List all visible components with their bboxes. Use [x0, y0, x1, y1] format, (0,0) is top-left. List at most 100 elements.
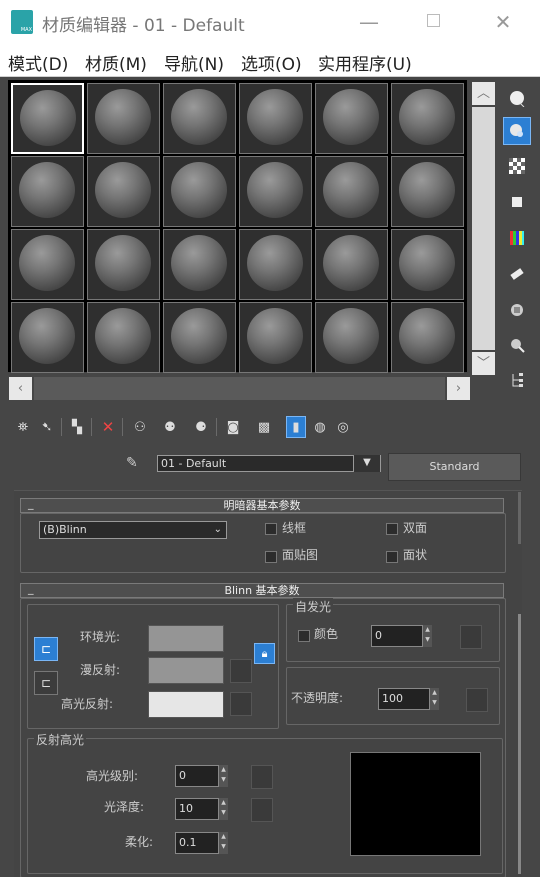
- reset-material-icon[interactable]: ✕: [98, 416, 118, 438]
- glossiness-map-button[interactable]: [251, 798, 273, 822]
- menu-utilities[interactable]: 实用程序(U): [318, 50, 412, 75]
- sample-slot[interactable]: [11, 83, 84, 154]
- ambient-swatch[interactable]: [148, 625, 224, 652]
- horizontal-scrollbar[interactable]: [34, 377, 445, 400]
- sample-uv-tiling-icon[interactable]: [503, 188, 531, 216]
- sample-slot[interactable]: [391, 83, 464, 154]
- self-illum-map-button[interactable]: [460, 625, 482, 649]
- soften-spinner-icon[interactable]: ▲ ▼: [219, 832, 228, 854]
- sample-slot[interactable]: [239, 156, 312, 227]
- specular-level-spinner-icon[interactable]: ▲ ▼: [219, 765, 228, 787]
- material-id-channel-icon[interactable]: ⚈: [191, 416, 211, 438]
- menu-mode[interactable]: 模式(D): [8, 50, 68, 75]
- vertical-scrollbar[interactable]: [472, 107, 495, 350]
- specular-map-button[interactable]: [230, 692, 252, 716]
- put-to-library-icon[interactable]: ⚉: [160, 416, 180, 438]
- self-illum-spinner-icon[interactable]: ▲ ▼: [423, 625, 432, 647]
- sample-slot[interactable]: [163, 83, 236, 154]
- soften-value[interactable]: 0.1: [175, 832, 219, 854]
- material-type-button[interactable]: Standard: [388, 453, 521, 481]
- specular-level-label: 高光级别:: [86, 769, 139, 783]
- face-map-checkbox[interactable]: [265, 551, 277, 563]
- make-unique-icon[interactable]: ⚇: [130, 416, 150, 438]
- backlight-icon[interactable]: [503, 117, 531, 145]
- lock-icon[interactable]: 🔒︎: [254, 643, 275, 664]
- sample-slot[interactable]: [87, 156, 160, 227]
- sample-slot[interactable]: [315, 302, 388, 373]
- get-material-icon[interactable]: ⛯: [13, 416, 33, 438]
- lock-diffuse-specular-icon[interactable]: ⊏: [34, 671, 58, 695]
- maximize-icon[interactable]: [413, 0, 453, 44]
- opacity-spinner-icon[interactable]: ▲ ▼: [430, 688, 439, 710]
- sample-slot[interactable]: [391, 229, 464, 300]
- sample-slot[interactable]: [315, 83, 388, 154]
- rollout-scrollbar-thumb[interactable]: [518, 614, 521, 874]
- minimize-icon[interactable]: —: [349, 0, 389, 44]
- material-map-navigator-icon[interactable]: [503, 366, 531, 394]
- scroll-right-icon[interactable]: ›: [447, 377, 470, 400]
- scroll-down-icon[interactable]: ﹀: [472, 352, 495, 375]
- opacity-map-button[interactable]: [466, 688, 488, 712]
- menu-material[interactable]: 材质(M): [85, 50, 147, 75]
- material-options-icon[interactable]: [503, 296, 531, 324]
- sample-slot[interactable]: [163, 302, 236, 373]
- scroll-up-icon[interactable]: ︿: [472, 82, 495, 105]
- material-sphere: [95, 308, 151, 364]
- sample-slot[interactable]: [391, 156, 464, 227]
- two-sided-checkbox[interactable]: [386, 523, 398, 535]
- sample-slot[interactable]: [239, 83, 312, 154]
- specular-level-map-button[interactable]: [251, 765, 273, 789]
- lock-ambient-diffuse-icon[interactable]: ⊏: [34, 637, 58, 661]
- scroll-left-icon[interactable]: ‹: [9, 377, 32, 400]
- material-sphere: [399, 308, 455, 364]
- glossiness-spinner-icon[interactable]: ▲ ▼: [219, 798, 228, 820]
- show-map-in-viewport-icon[interactable]: ◙: [223, 416, 243, 438]
- eyedropper-icon[interactable]: ✎: [126, 455, 146, 473]
- glossiness-value[interactable]: 10: [175, 798, 219, 820]
- sample-slot-grid: [8, 80, 467, 373]
- specular-level-value[interactable]: 0: [175, 765, 219, 787]
- shader-select[interactable]: (B)Blinn ⌄: [39, 521, 227, 539]
- material-name-value: 01 - Default: [161, 457, 227, 470]
- sample-slot[interactable]: [87, 302, 160, 373]
- blinn-basic-header[interactable]: _ Blinn 基本参数: [20, 582, 504, 598]
- faceted-checkbox[interactable]: [386, 551, 398, 563]
- sample-slot[interactable]: [11, 156, 84, 227]
- select-by-material-icon[interactable]: [503, 331, 531, 359]
- soften-label: 柔化:: [125, 835, 154, 849]
- wireframe-checkbox[interactable]: [265, 523, 277, 535]
- video-color-check-icon[interactable]: [503, 224, 531, 252]
- options-icon[interactable]: ◎: [333, 416, 353, 438]
- material-name-field[interactable]: 01 - Default ▼: [157, 455, 381, 472]
- specular-swatch[interactable]: [148, 691, 224, 718]
- sample-slot[interactable]: [391, 302, 464, 373]
- assign-to-selection-icon[interactable]: ▚: [67, 416, 87, 438]
- diffuse-swatch[interactable]: [148, 657, 224, 684]
- diffuse-map-button[interactable]: [230, 659, 252, 683]
- shader-basic-header[interactable]: _ 明暗器基本参数: [20, 497, 504, 513]
- sample-type-icon[interactable]: [503, 84, 531, 112]
- sample-slot[interactable]: [315, 229, 388, 300]
- sample-slot[interactable]: [315, 156, 388, 227]
- go-to-parent-icon[interactable]: ▮: [286, 416, 306, 438]
- show-end-result-icon[interactable]: ▩: [254, 416, 274, 438]
- sample-slot[interactable]: [239, 229, 312, 300]
- close-icon[interactable]: ✕: [483, 0, 523, 44]
- self-illum-value[interactable]: 0: [371, 625, 423, 647]
- sample-slot[interactable]: [163, 156, 236, 227]
- chevron-down-icon[interactable]: ▼: [353, 455, 380, 472]
- menu-options[interactable]: 选项(O): [241, 50, 302, 75]
- self-illum-color-checkbox[interactable]: [298, 630, 310, 642]
- opacity-value[interactable]: 100: [378, 688, 430, 710]
- background-checker-icon[interactable]: [503, 152, 531, 180]
- sample-slot[interactable]: [11, 229, 84, 300]
- put-to-scene-icon[interactable]: ➷: [37, 416, 57, 438]
- sample-slot[interactable]: [87, 229, 160, 300]
- sample-slot[interactable]: [163, 229, 236, 300]
- make-preview-icon[interactable]: [503, 260, 531, 288]
- sample-slot[interactable]: [87, 83, 160, 154]
- sample-slot[interactable]: [11, 302, 84, 373]
- go-forward-sibling-icon[interactable]: ◍: [310, 416, 330, 438]
- sample-slot[interactable]: [239, 302, 312, 373]
- menu-navigation[interactable]: 导航(N): [164, 50, 224, 75]
